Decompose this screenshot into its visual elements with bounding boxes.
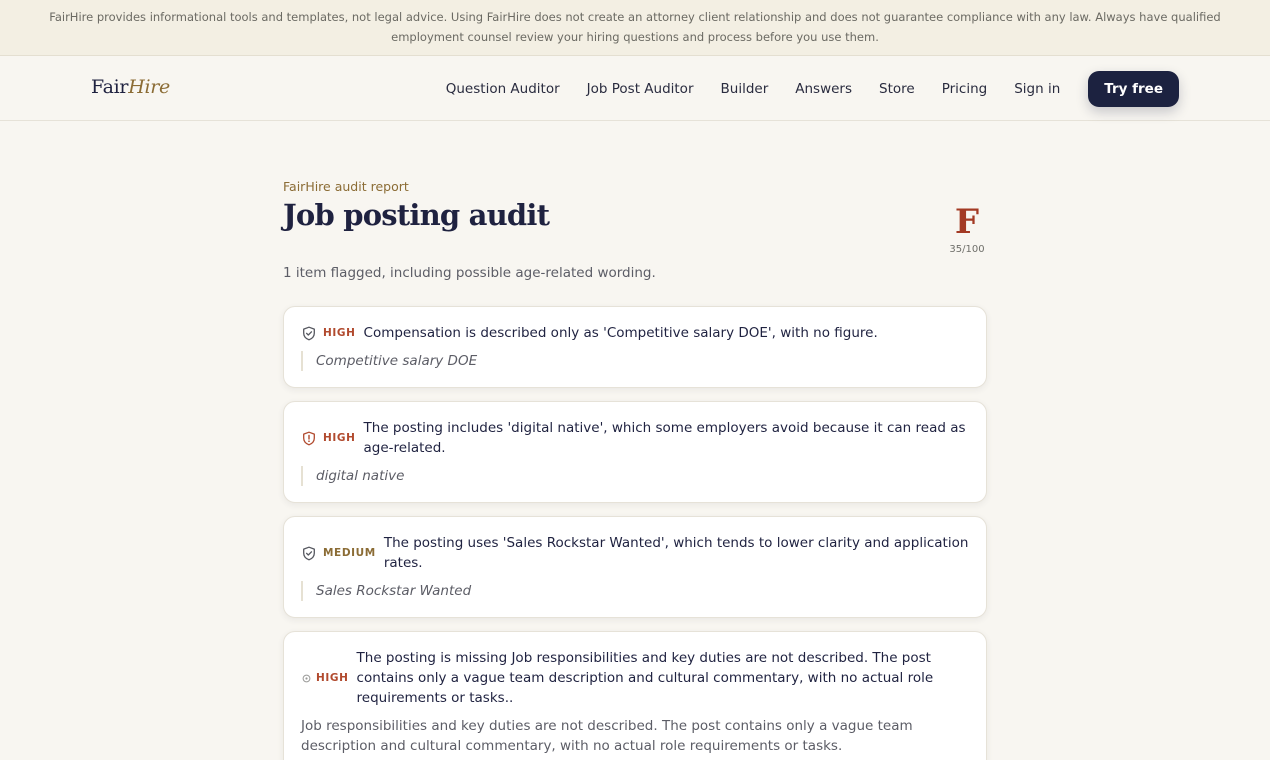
report-summary: 1 item flagged, including possible age-r…: [283, 265, 656, 281]
legal-disclaimer-banner: FairHire provides informational tools an…: [0, 0, 1270, 56]
nav-builder[interactable]: Builder: [721, 81, 769, 97]
findings-list: HIGH Compensation is described only as '…: [283, 306, 987, 760]
logo[interactable]: FairHire: [91, 76, 170, 98]
finding-message: The posting is missing Job responsibilit…: [356, 650, 934, 706]
finding-message: The posting includes 'digital native', w…: [363, 420, 966, 456]
severity-badge: HIGH: [323, 432, 356, 444]
finding-detail: Job responsibilities and key duties are …: [301, 718, 913, 754]
nav-job-post-auditor[interactable]: Job Post Auditor: [587, 81, 694, 97]
grade-badge: F 35/100: [947, 201, 987, 255]
nav-sign-in[interactable]: Sign in: [1014, 81, 1060, 97]
top-nav: FairHire Question Auditor Job Post Audit…: [0, 56, 1270, 121]
severity-badge: HIGH: [323, 327, 356, 339]
page-title: Job posting audit: [283, 198, 550, 232]
nav-pricing[interactable]: Pricing: [942, 81, 988, 97]
try-free-button[interactable]: Try free: [1088, 70, 1179, 107]
audit-report: FairHire audit report Job posting audit …: [283, 179, 987, 760]
disclaimer-text: FairHire provides informational tools an…: [49, 10, 1221, 44]
grade-score: 35/100: [949, 244, 985, 255]
finding-message: Compensation is described only as 'Compe…: [363, 325, 878, 341]
nav-question-auditor[interactable]: Question Auditor: [446, 81, 560, 97]
finding-quote: Competitive salary DOE: [301, 351, 969, 371]
finding-message: The posting uses 'Sales Rockstar Wanted'…: [383, 535, 969, 571]
shield-check-icon: [301, 545, 317, 561]
nav-links: Question Auditor Job Post Auditor Builde…: [446, 56, 1179, 121]
finding-card: HIGH Compensation is described only as '…: [283, 306, 987, 388]
finding-quote: digital native: [301, 466, 969, 486]
finding-card: MEDIUM The posting uses 'Sales Rockstar …: [283, 516, 987, 618]
report-eyebrow: FairHire audit report: [283, 179, 409, 194]
finding-quote: Sales Rockstar Wanted: [301, 581, 969, 601]
logo-fair: Fair: [91, 76, 129, 98]
nav-answers[interactable]: Answers: [795, 81, 852, 97]
finding-card: HIGH The posting is missing Job responsi…: [283, 631, 987, 760]
shield-alert-icon: [301, 430, 317, 446]
severity-badge: HIGH: [316, 672, 349, 684]
shield-check-icon: [301, 325, 317, 341]
logo-hire: Hire: [128, 76, 170, 98]
finding-card: HIGH The posting includes 'digital nativ…: [283, 401, 987, 503]
circle-dot-icon: [301, 670, 311, 686]
grade-letter: F: [954, 202, 980, 242]
nav-store[interactable]: Store: [879, 81, 915, 97]
severity-badge: MEDIUM: [323, 547, 376, 559]
